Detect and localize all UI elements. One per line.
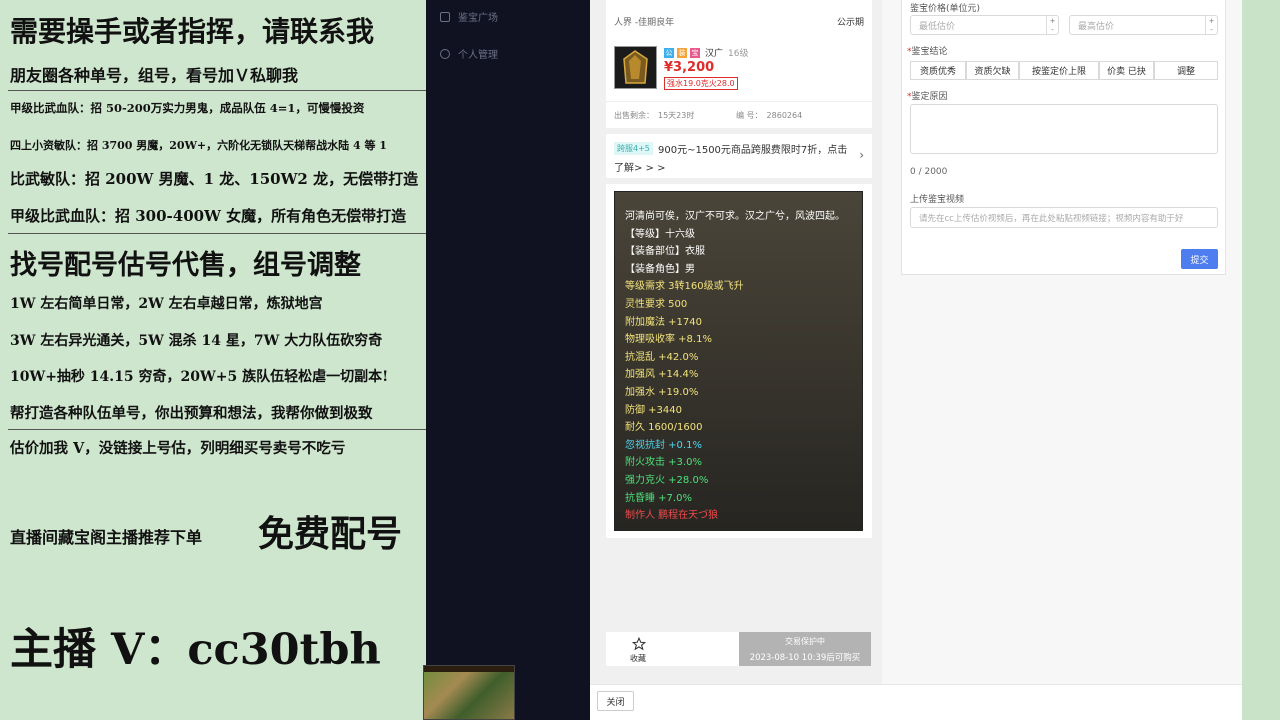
item-description-line: 防御 +3440 <box>625 404 683 416</box>
promo-link-text: 了解> > > <box>614 163 666 174</box>
item-price: ¥3,200 <box>664 60 715 75</box>
sidebar-item-label: 鉴宝广场 <box>458 13 498 24</box>
badge-treasure: 宝 <box>690 47 700 58</box>
overlay-line: 帮打造各种队伍单号，你出预算和想法，我帮你做到极致 <box>10 405 373 422</box>
promo-text: 900元~1500元商品跨服费限时7折，点击 <box>658 145 848 156</box>
overlay-line: 找号配号估号代售，组号调整 <box>10 250 361 281</box>
favorite-label: 收藏 <box>630 654 646 663</box>
item-description-line: 附火攻击 +3.0% <box>625 457 702 469</box>
footer-bar: 关闭 <box>590 684 1242 720</box>
item-description-line: 【装备部位】衣服 <box>625 246 705 258</box>
sidebar-nav: 鉴宝广场 个人管理 <box>426 0 590 720</box>
sidebar-item-personal[interactable]: 个人管理 <box>440 46 498 61</box>
streamer-overlay-panel: 需要操手或者指挥，请联系我 朋友圈各种单号，组号，看号加Ｖ私聊我 甲级比武血队：… <box>0 0 426 720</box>
serial-number: 编 号： 2860264 <box>736 111 803 120</box>
video-link-input[interactable]: 请先在cc上传估价视频后，再在此处粘贴视频链接；视频内容有助于好 <box>910 207 1218 228</box>
trade-protection-button: 交易保护中 2023-08-10 10:39后可购买 <box>739 632 871 666</box>
item-description-line: 加强水 +19.0% <box>625 387 699 398</box>
item-level: 16级 <box>728 49 749 59</box>
item-description-line: 灵性要求 500 <box>625 299 688 310</box>
item-description-line: 抗混乱 +42.0% <box>625 351 699 363</box>
item-description-line: 抗昏睡 +7.0% <box>625 492 692 504</box>
status-badge: 公示期 <box>836 18 864 28</box>
item-description-line: 加强风 +14.4% <box>625 369 699 381</box>
star-icon <box>631 636 647 651</box>
item-attribute-tag: 强水19.0克火28.0 <box>664 77 738 90</box>
overlay-line: 直播间藏宝阁主播推荐下单 <box>10 528 203 547</box>
tag-upper-limit[interactable]: 按鉴定价上限 <box>1019 61 1099 80</box>
appraisal-form: 鉴宝价格(单位元) 最低估价 + - 最高估价 + - *鉴宝结论 资质优秀 资质欠… <box>901 0 1226 275</box>
max-price-input[interactable]: 最高估价 + - <box>1069 15 1218 35</box>
overlay-line: 朋友圈各种单号，组号，看号加Ｖ私聊我 <box>10 66 299 85</box>
item-badges: 公 装 宝 汉广 16级 <box>664 46 748 59</box>
item-description-line: 忽视抗封 +0.1% <box>625 439 702 451</box>
protect-time: 2023-08-10 10:39后可购买 <box>749 653 861 663</box>
overlay-line-highlight: 免费配号 <box>258 513 403 555</box>
char-counter: 0 / 2000 <box>910 167 948 177</box>
tag-excellent[interactable]: 资质优秀 <box>910 61 966 80</box>
user-icon <box>440 48 450 59</box>
badge-public: 公 <box>664 47 674 58</box>
game-preview-thumbnail <box>423 665 515 720</box>
chevron-right-icon: › <box>859 148 864 162</box>
grid-icon <box>440 11 450 22</box>
min-price-stepper[interactable]: + - <box>1046 16 1058 34</box>
promo-banner[interactable]: 跨服4+5 900元~1500元商品跨服费限时7折，点击 了解> > > › <box>606 134 872 178</box>
sidebar-item-appraisal-square[interactable]: 鉴宝广场 <box>440 9 498 24</box>
overlay-line: 甲级比武血队：招 50-200万实力男鬼，成品队伍 4=1，可慢慢投资 <box>10 101 365 115</box>
video-label: 上传鉴宝视频 <box>910 195 965 205</box>
tag-deficient[interactable]: 资质欠缺 <box>966 61 1019 80</box>
item-description-line: 制作人 鹏程在天づ狼 <box>625 510 719 522</box>
item-description-line: 【等级】十六级 <box>625 228 695 240</box>
favorite-button[interactable]: 收藏 <box>606 632 739 666</box>
overlay-divider <box>8 90 426 91</box>
badge-equip: 装 <box>677 47 687 58</box>
item-description-line: 附加魔法 +1740 <box>625 316 703 328</box>
min-price-input[interactable]: 最低估价 + - <box>910 15 1059 35</box>
item-summary-card: 人界 -佳期良年 公示期 公 装 宝 汉广 16级 ¥3,200 强水19.0克… <box>606 0 872 128</box>
overlay-divider <box>8 233 426 234</box>
sidebar-item-label: 个人管理 <box>458 50 498 61</box>
overlay-streamer-contact: 主播 V：cc30tbh <box>10 625 381 675</box>
close-button[interactable]: 关闭 <box>597 691 634 711</box>
item-description-line: 强力克火 +28.0% <box>625 475 709 486</box>
item-name: 汉广 <box>705 49 724 59</box>
overlay-line: 3W 左右异光通关，5W 混杀 14 星，7W 大力队伍砍穷奇 <box>10 333 383 349</box>
right-edge-background <box>1242 0 1280 720</box>
item-icon <box>614 46 657 89</box>
item-description-line: 河清尚可俟，汉广不可求。汉之广兮，风波四起。 <box>625 211 845 222</box>
overlay-line: 四上小资敏队：招 3700 男魔，20W+，六阶化无锁队天梯帮战水陆 4 等 1 <box>10 139 387 152</box>
overlay-line: 需要操手或者指挥，请联系我 <box>10 15 375 48</box>
tag-sell[interactable]: 价卖 已抉 <box>1099 61 1154 80</box>
item-description-line: 等级需求 3转160级或飞升 <box>625 281 744 293</box>
protect-title: 交易保护中 <box>785 637 825 646</box>
server-name: 人界 -佳期良年 <box>614 18 675 28</box>
max-price-stepper[interactable]: + - <box>1205 16 1217 34</box>
promo-tag: 跨服4+5 <box>614 142 653 155</box>
remaining-time: 出售剩余： 15天23时 <box>614 111 695 120</box>
conclusion-label: *鉴宝结论 <box>907 47 948 57</box>
item-description-line: 物理吸收率 +8.1% <box>625 334 712 346</box>
submit-button[interactable]: 提交 <box>1181 249 1218 269</box>
overlay-line: 10W+抽秒 14.15 穷奇，20W+5 族队伍轻松虐一切副本! <box>10 369 389 385</box>
overlay-line: 估价加我 V，没链接上号估，列明细买号卖号不吃亏 <box>10 440 346 457</box>
reason-label: *鉴定原因 <box>907 92 948 102</box>
tag-adjust[interactable]: 调整 <box>1154 61 1218 80</box>
overlay-line: 比武敏队：招 200W 男魔、1 龙、150W2 龙，无偿带打造 <box>10 170 419 188</box>
overlay-divider <box>8 429 426 430</box>
item-description-line: 耐久 1600/1600 <box>625 422 703 434</box>
item-description-box: 河清尚可俟，汉广不可求。汉之广兮，风波四起。 【等级】十六级 【装备部位】衣服 【装备… <box>614 191 863 531</box>
price-label: 鉴宝价格(单位元) <box>910 4 981 14</box>
overlay-line: 1W 左右简单日常，2W 左右卓越日常，炼狱地宫 <box>10 296 323 312</box>
reason-textarea[interactable] <box>910 104 1218 154</box>
item-description-line: 【装备角色】男 <box>625 263 695 275</box>
overlay-line: 甲级比武血队：招 300-400W 女魔，所有角色无偿带打造 <box>10 207 407 225</box>
